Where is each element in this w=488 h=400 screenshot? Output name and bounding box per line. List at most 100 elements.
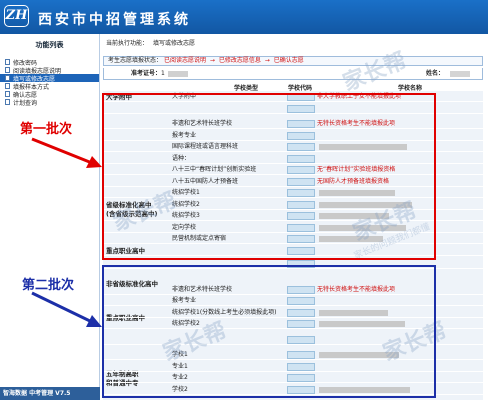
school-code-input[interactable] bbox=[287, 297, 315, 305]
breadcrumb: 当前执行功能： 填写或修改志愿 bbox=[106, 38, 195, 47]
school-code-input[interactable] bbox=[287, 362, 315, 371]
school-code-input[interactable] bbox=[287, 235, 315, 243]
school-code-input[interactable] bbox=[287, 385, 315, 394]
school-type-label: 学校1 bbox=[172, 351, 188, 358]
school-code-input[interactable] bbox=[287, 143, 315, 151]
table-header: 学校类型 学校代码 学校名称 bbox=[103, 82, 483, 92]
table-row: 统招学校2 bbox=[103, 318, 483, 329]
document-icon bbox=[5, 59, 10, 65]
school-type-label: 国际课程班或语言理科班 bbox=[172, 143, 239, 150]
school-code-input[interactable] bbox=[287, 308, 315, 317]
sidebar-item-label: 计划查询 bbox=[13, 99, 38, 107]
sidebar-menu: 修改密码 阅读填报志愿说明 填写或修改志愿 填报样本方式 确认志愿 计划查询 bbox=[0, 58, 99, 107]
status-step-confirmed: 已确认志愿 bbox=[273, 57, 304, 64]
redacted-school-name bbox=[319, 321, 405, 327]
exam-id-redacted bbox=[168, 71, 188, 77]
school-type-label: 报考专业 bbox=[172, 297, 197, 304]
school-name-text: 无“春晖计划”实验班填报资格 bbox=[317, 166, 396, 173]
school-code-input[interactable] bbox=[287, 177, 315, 186]
table-row: 民营机制或定点寄宿 bbox=[103, 233, 483, 244]
redacted-school-name bbox=[319, 309, 388, 316]
table-row bbox=[103, 103, 483, 114]
table-row: 大学附中 非大学教职工子女不能填报此项 bbox=[103, 91, 483, 102]
document-icon bbox=[5, 91, 10, 97]
school-code-input[interactable] bbox=[287, 320, 315, 328]
name-redacted bbox=[450, 71, 470, 77]
school-code-input[interactable] bbox=[287, 223, 315, 232]
table-row: 定向学校 bbox=[103, 222, 483, 233]
exam-id-label: 准考证号： bbox=[131, 70, 162, 77]
school-type-label: 统招学校3 bbox=[172, 212, 200, 219]
school-code-input[interactable] bbox=[287, 351, 315, 359]
school-code-input[interactable] bbox=[287, 335, 315, 344]
redacted-school-name bbox=[319, 201, 412, 208]
sidebar-title: 功能列表 bbox=[0, 34, 99, 56]
main-panel: 当前执行功能： 填写或修改志愿 考生志愿填报状态： 已阅读志愿说明 → 已修改志愿… bbox=[101, 34, 488, 400]
table-row: 八十五中国防人才预备班 无国防人才预备班填报资格 bbox=[103, 176, 483, 187]
school-code-input[interactable] bbox=[287, 200, 315, 209]
table-row bbox=[103, 245, 483, 256]
table-row bbox=[103, 334, 483, 345]
school-type-label: 八十五中国防人才预备班 bbox=[172, 177, 239, 185]
school-type-label: 民营机制或定点寄宿 bbox=[172, 235, 227, 242]
school-type-label: 统招学校2 bbox=[172, 200, 200, 208]
name-label: 姓名： bbox=[426, 70, 445, 77]
school-code-input[interactable] bbox=[287, 166, 315, 174]
table-row: 统招学校3 bbox=[103, 210, 483, 221]
school-code-input[interactable] bbox=[287, 374, 315, 382]
app-window: ZH 西安市中招管理系统 功能列表 修改密码 阅读填报志愿说明 填写或修改志愿 … bbox=[0, 0, 488, 400]
table-row: 专业2 bbox=[103, 372, 483, 383]
table-row: 学校1 bbox=[103, 349, 483, 360]
school-name-text: 无特长资格考生不能填报此项 bbox=[317, 285, 396, 293]
school-type-label: 专业1 bbox=[172, 362, 188, 370]
first-batch-label: 第一批次 bbox=[20, 122, 73, 137]
school-name-text: 无特长资格考生不能填报此项 bbox=[317, 120, 396, 127]
school-type-label: 统招学校1(分数线上考生必须填报此项) bbox=[172, 308, 277, 316]
application-table: 大学附中 省级标准化高中 (含省级示范高中) 重点职业高中 非省级标准化高中 重… bbox=[103, 91, 483, 400]
school-code-input[interactable] bbox=[287, 104, 315, 113]
status-label: 考生志愿填报状态： bbox=[108, 57, 163, 64]
table-row: 语种： bbox=[103, 153, 483, 164]
sidebar: 功能列表 修改密码 阅读填报志愿说明 填写或修改志愿 填报样本方式 确认志愿 计… bbox=[0, 34, 100, 400]
table-row: 专业1 bbox=[103, 361, 483, 372]
table-row: 学校2 bbox=[103, 384, 483, 395]
arrow-right-icon: → bbox=[264, 57, 270, 64]
document-icon bbox=[5, 83, 10, 89]
school-code-input[interactable] bbox=[287, 154, 315, 163]
table-row: 国际课程班或语言理科班 bbox=[103, 141, 483, 152]
table-row: 八十三中“春晖计划”创新实验班 无“春晖计划”实验班填报资格 bbox=[103, 164, 483, 175]
first-batch-arrow-icon bbox=[31, 137, 102, 168]
table-row: 非遗和艺术特长班学校 无特长资格考生不能填报此项 bbox=[103, 118, 483, 129]
status-step-read: 已阅读志愿说明 bbox=[163, 57, 206, 64]
table-row: 非遗和艺术特长班学校 无特长资格考生不能填报此项 bbox=[103, 284, 483, 295]
school-code-input[interactable] bbox=[287, 246, 315, 255]
sidebar-item-plan-query[interactable]: 计划查询 bbox=[0, 98, 99, 107]
school-type-label: 报考专业 bbox=[172, 131, 197, 139]
breadcrumb-value: 填写或修改志愿 bbox=[153, 40, 196, 47]
school-type-label: 定向学校 bbox=[172, 223, 197, 231]
school-code-input[interactable] bbox=[287, 120, 315, 128]
breadcrumb-label: 当前执行功能： bbox=[106, 40, 149, 47]
redacted-school-name bbox=[319, 236, 383, 242]
school-type-label: 八十三中“春晖计划”创新实验班 bbox=[172, 166, 257, 173]
table-row: 报考专业 bbox=[103, 295, 483, 306]
school-type-label: 非遗和艺术特长班学校 bbox=[172, 120, 233, 127]
table-row: 统招学校1 bbox=[103, 187, 483, 198]
school-code-input[interactable] bbox=[287, 131, 315, 140]
school-code-input[interactable] bbox=[287, 285, 315, 294]
redacted-school-name bbox=[319, 213, 389, 219]
app-title: 西安市中招管理系统 bbox=[38, 12, 191, 28]
table-row bbox=[103, 258, 483, 269]
school-code-input[interactable] bbox=[287, 189, 315, 197]
document-icon bbox=[5, 67, 10, 73]
school-code-input[interactable] bbox=[287, 260, 315, 268]
table-row: 报考专业 bbox=[103, 130, 483, 141]
school-type-label: 非遗和艺术特长班学校 bbox=[172, 285, 233, 293]
school-name-text: 非大学教职工子女不能填报此项 bbox=[317, 93, 402, 100]
school-code-input[interactable] bbox=[287, 93, 315, 101]
redacted-school-name bbox=[319, 190, 395, 196]
second-batch-arrow-icon bbox=[31, 291, 102, 327]
school-code-input[interactable] bbox=[287, 212, 315, 220]
sidebar-footer: 智海数据 中考管理 V7.5 bbox=[0, 387, 100, 400]
redacted-school-name bbox=[319, 224, 406, 231]
